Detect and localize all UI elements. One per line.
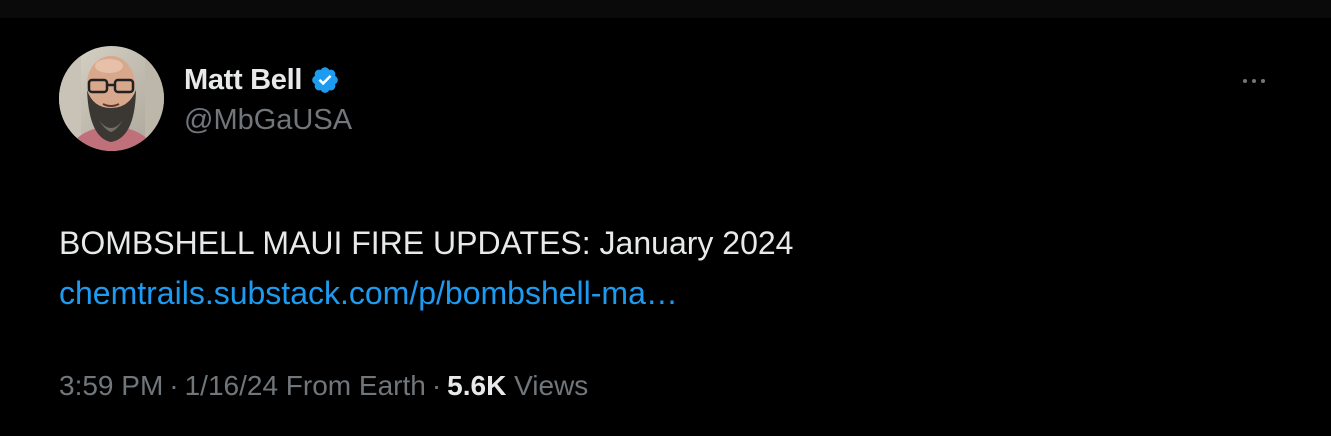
separator: · — [431, 370, 442, 401]
tweet-body: BOMBSHELL MAUI FIRE UPDATES: January 202… — [59, 218, 793, 318]
author-handle[interactable]: @MbGaUSA — [184, 104, 352, 137]
views-count: 5.6K — [447, 370, 507, 401]
top-divider-strip — [0, 0, 1331, 18]
tweet-date-source[interactable]: 1/16/24 From Earth — [185, 370, 426, 401]
author-name-row: Matt Bell — [184, 62, 340, 98]
avatar[interactable] — [59, 46, 164, 151]
verified-badge-icon[interactable] — [310, 65, 340, 95]
tweet-time[interactable]: 3:59 PM — [59, 370, 163, 401]
views-label: Views — [514, 370, 589, 401]
tweet-link[interactable]: chemtrails.substack.com/p/bombshell-ma… — [59, 275, 678, 311]
separator: · — [169, 370, 179, 401]
more-options-icon[interactable] — [1234, 66, 1274, 96]
tweet-card: Matt Bell @MbGaUSA BOMBSHELL MAUI FIRE U… — [0, 18, 1331, 436]
display-name[interactable]: Matt Bell — [184, 64, 302, 97]
tweet-text: BOMBSHELL MAUI FIRE UPDATES: January 202… — [59, 225, 794, 261]
tweet-metadata: 3:59 PM · 1/16/24 From Earth · 5.6K Views — [59, 370, 588, 402]
bearded-man-avatar-icon — [59, 46, 164, 151]
